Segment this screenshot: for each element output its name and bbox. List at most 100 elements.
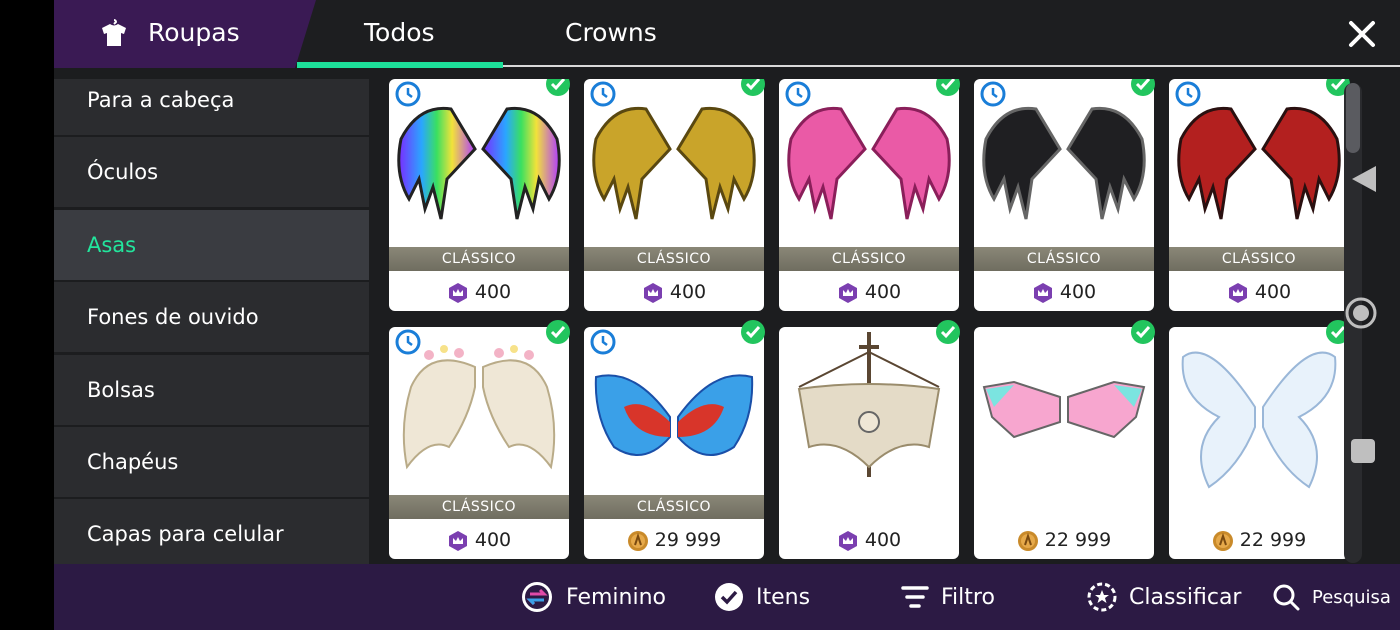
scrollbar-thumb[interactable]: [1346, 83, 1360, 153]
crown-icon: [448, 282, 467, 303]
price-value: 29 999: [654, 529, 722, 551]
rarity-band: CLÁSSICO: [584, 247, 764, 271]
owned-check-icon: [1131, 79, 1155, 96]
item-grid: CLÁSSICO 400 CLÁSSICO 400 CLÁSSICO 400 C…: [389, 79, 1359, 564]
item-image: [974, 327, 1154, 497]
check-circle-icon: [715, 583, 743, 611]
clock-icon: [395, 81, 421, 107]
owned-check-icon: [936, 79, 960, 96]
item-card[interactable]: CLÁSSICO 400: [389, 79, 570, 311]
item-card[interactable]: 400: [779, 320, 960, 559]
filtro-button[interactable]: Filtro: [901, 564, 995, 630]
item-card[interactable]: CLÁSSICO 400: [584, 79, 765, 311]
item-price: 29 999: [584, 521, 764, 559]
sort-star-icon: [1087, 582, 1117, 612]
price-value: 400: [1059, 281, 1097, 303]
iridescent-fairy-wings-icon: [1181, 351, 1337, 489]
bottom-toolbar: Feminino Itens Filtro Classificar Pesqui…: [54, 564, 1400, 630]
rarity-band: CLÁSSICO: [779, 247, 959, 271]
item-price: 400: [389, 521, 569, 559]
owned-check-icon: [741, 79, 765, 96]
clock-icon: [590, 329, 616, 355]
crown-icon: [1228, 282, 1247, 303]
item-card[interactable]: 22 999: [974, 320, 1155, 559]
coin-icon: [1017, 530, 1038, 551]
rarity-band: CLÁSSICO: [974, 247, 1154, 271]
classificar-button[interactable]: Classificar: [1087, 564, 1241, 630]
item-image: [779, 327, 959, 497]
pesquisa-button[interactable]: Pesquisa: [1272, 564, 1391, 630]
rarity-band: CLÁSSICO: [389, 247, 569, 271]
price-value: 22 999: [1044, 529, 1112, 551]
item-card[interactable]: CLÁSSICO 400: [389, 320, 570, 559]
sidebar-item-fones-de-ouvido[interactable]: Fones de ouvido: [54, 282, 369, 352]
price-value: 400: [474, 281, 512, 303]
item-card[interactable]: CLÁSSICO 400: [779, 79, 960, 311]
item-image: [1169, 327, 1349, 497]
filter-icon: [901, 586, 929, 608]
owned-check-icon: [546, 79, 570, 96]
coin-icon: [1212, 530, 1233, 551]
itens-label: Itens: [756, 584, 811, 610]
recents-square-icon[interactable]: [1351, 439, 1375, 463]
rarity-band: CLÁSSICO: [389, 495, 569, 519]
pesquisa-label: Pesquisa: [1312, 586, 1391, 608]
classificar-label: Classificar: [1129, 584, 1242, 610]
item-card[interactable]: 22 999: [1169, 320, 1350, 559]
price-value: 400: [474, 529, 512, 551]
rarity-band: CLÁSSICO: [1169, 247, 1349, 271]
shirt-icon: [102, 19, 126, 46]
sidebar-item-para-a-cabeca[interactable]: Para a cabeça: [54, 79, 369, 135]
clock-icon: [1175, 81, 1201, 107]
rarity-band: CLÁSSICO: [584, 495, 764, 519]
item-price: 22 999: [1169, 521, 1349, 559]
item-card[interactable]: CLÁSSICO 400: [974, 79, 1155, 311]
tab-todos[interactable]: Todos: [364, 18, 435, 47]
crown-icon: [1033, 282, 1052, 303]
price-value: 400: [864, 529, 902, 551]
pirate-sail-wings-icon: [797, 332, 941, 477]
clock-icon: [785, 81, 811, 107]
price-value: 400: [669, 281, 707, 303]
filtro-label: Filtro: [941, 584, 995, 610]
itens-button[interactable]: Itens: [714, 564, 810, 630]
home-circle-icon[interactable]: [1344, 296, 1378, 330]
sidebar-item-chapeus[interactable]: Chapéus: [54, 427, 369, 497]
item-price: 400: [389, 273, 569, 311]
gender-switch-icon: [522, 582, 552, 612]
crown-icon: [838, 530, 857, 551]
feminino-label: Feminino: [566, 584, 666, 610]
owned-check-icon: [1131, 320, 1155, 344]
tab-crowns[interactable]: Crowns: [565, 18, 657, 47]
feminino-button[interactable]: Feminino: [520, 564, 666, 630]
price-value: 400: [1254, 281, 1292, 303]
close-icon[interactable]: [1346, 18, 1378, 50]
owned-check-icon: [936, 320, 960, 344]
item-price: 400: [1169, 273, 1349, 311]
crown-icon: [643, 282, 662, 303]
owned-check-icon: [546, 320, 570, 344]
wardrobe-screen: Roupas Todos Crowns Para a cabeça Óculos…: [54, 0, 1400, 630]
item-price: 22 999: [974, 521, 1154, 559]
header-divider: [503, 65, 1400, 67]
coin-icon: [627, 530, 648, 551]
crown-icon: [838, 282, 857, 303]
sidebar-item-bolsas[interactable]: Bolsas: [54, 355, 369, 425]
sidebar-item-capas-para-celular[interactable]: Capas para celular: [54, 499, 369, 564]
crown-icon: [448, 530, 467, 551]
header: Roupas Todos Crowns: [54, 0, 1400, 68]
item-price: 400: [584, 273, 764, 311]
back-triangle-icon[interactable]: [1350, 164, 1378, 194]
clock-icon: [590, 81, 616, 107]
active-tab-indicator: [297, 62, 503, 68]
price-value: 400: [864, 281, 902, 303]
sidebar-item-asas[interactable]: Asas: [54, 210, 369, 280]
search-icon: [1273, 584, 1300, 611]
sidebar-item-oculos[interactable]: Óculos: [54, 137, 369, 207]
item-price: 400: [779, 273, 959, 311]
item-price: 400: [779, 521, 959, 559]
page-title: Roupas: [148, 18, 240, 47]
item-card[interactable]: CLÁSSICO 29 999: [584, 320, 765, 559]
item-card[interactable]: CLÁSSICO 400: [1169, 79, 1350, 311]
price-value: 22 999: [1239, 529, 1307, 551]
